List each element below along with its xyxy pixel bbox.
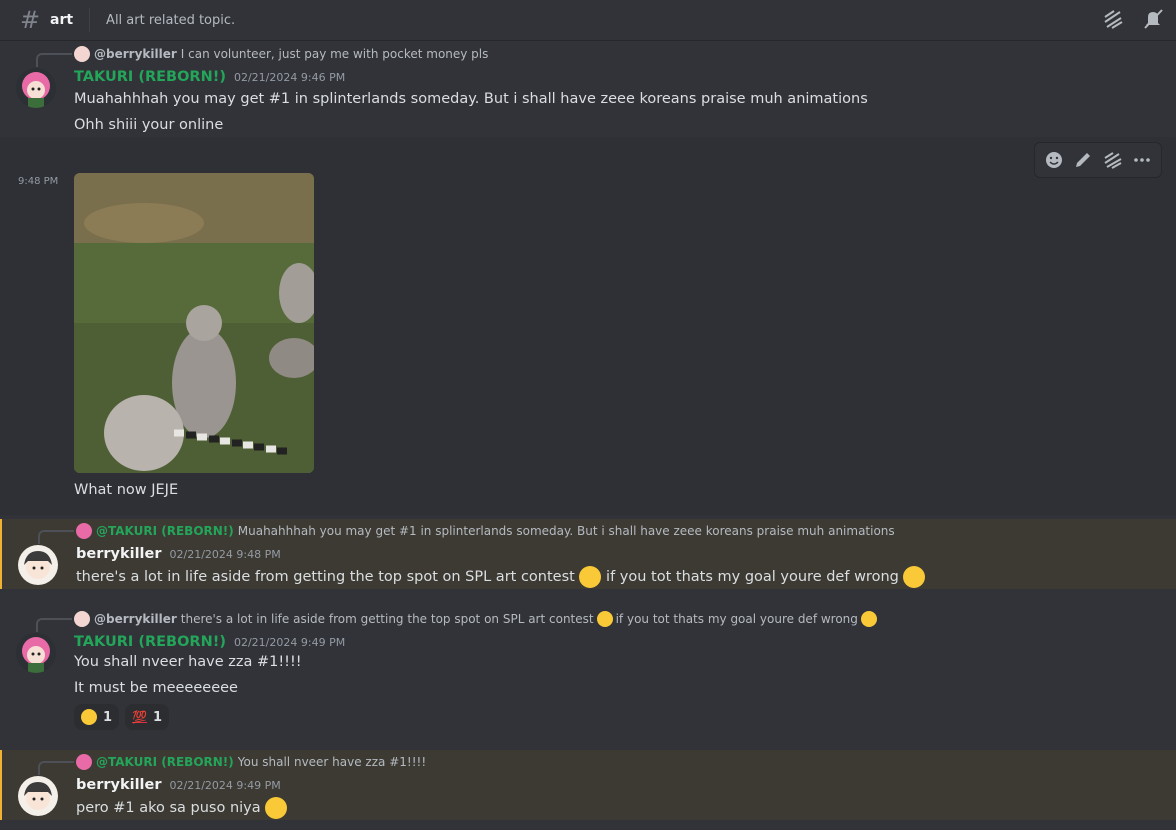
reply-avatar [74, 46, 90, 62]
add-reaction-icon[interactable] [1042, 148, 1066, 172]
laughing-emoji-icon [596, 611, 613, 627]
author-name[interactable]: TAKURI (REBORN!) [74, 69, 226, 85]
reply-connector [36, 53, 72, 67]
author-name[interactable]: TAKURI (REBORN!) [74, 634, 226, 650]
laughing-emoji-icon [81, 709, 97, 725]
avatar[interactable] [16, 68, 56, 108]
message: @berrykiller there's a lot in life aside… [0, 607, 1176, 737]
reaction-100[interactable]: 💯 1 [125, 704, 170, 730]
message-text: pero #1 ako sa puso niya [76, 797, 288, 819]
message-action-bar [1034, 142, 1162, 178]
reply-preview[interactable]: @berrykiller I can volunteer, just pay m… [74, 46, 488, 62]
hover-timestamp: 9:48 PM [18, 176, 59, 187]
timestamp: 02/21/2024 9:46 PM [233, 71, 346, 84]
author-name[interactable]: berrykiller [76, 546, 162, 562]
reply-avatar [74, 611, 90, 627]
message-list: @berrykiller I can volunteer, just pay m… [0, 41, 1176, 830]
reply-text: I can volunteer, just pay me with pocket… [180, 47, 489, 61]
reply-avatar [76, 523, 92, 539]
avatar[interactable] [18, 545, 58, 585]
reaction-count: 1 [103, 709, 113, 725]
message-text-part: there's a lot in life aside from getting… [76, 569, 575, 585]
author-name[interactable]: berrykiller [76, 777, 162, 793]
channel-topic[interactable]: All art related topic. [106, 13, 235, 28]
reply-author[interactable]: @TAKURI (REBORN!) [96, 524, 234, 538]
reaction-count: 1 [153, 709, 163, 725]
avatar[interactable] [18, 776, 58, 816]
message-text: It must be meeeeeeee [74, 680, 238, 696]
message-text-part: pero #1 ako sa puso niya [76, 800, 261, 816]
timestamp: 02/21/2024 9:49 PM [233, 636, 346, 649]
laughing-emoji-icon [903, 566, 926, 588]
edit-pencil-icon[interactable] [1071, 148, 1095, 172]
reply-preview[interactable]: @TAKURI (REBORN!) You shall nveer have z… [76, 754, 426, 770]
message-text: there's a lot in life aside from getting… [76, 566, 926, 588]
create-thread-icon[interactable] [1101, 148, 1125, 172]
reply-connector [36, 618, 72, 632]
reply-text: if you tot thats my goal youre def wrong [615, 612, 858, 626]
timestamp: 02/21/2024 9:48 PM [169, 548, 281, 561]
avatar[interactable] [16, 633, 56, 673]
message-text: Muahahhhah you may get #1 in splinterlan… [74, 91, 868, 107]
message-text: You shall nveer have zza #1!!!! [74, 654, 302, 670]
threads-icon[interactable] [1100, 6, 1126, 32]
reply-connector [38, 530, 74, 544]
channel-name: art [50, 12, 74, 28]
laughing-emoji-icon [860, 611, 877, 627]
reply-preview[interactable]: @berrykiller there's a lot in life aside… [74, 611, 877, 627]
hashtag-icon: # [19, 6, 41, 34]
message-text: What now JEJE [74, 482, 179, 498]
more-options-icon[interactable] [1130, 148, 1154, 172]
message-text-part: if you tot thats my goal youre def wrong [606, 569, 899, 585]
reply-author[interactable]: @TAKURI (REBORN!) [96, 755, 234, 769]
reply-text: Muahahhhah you may get #1 in splinterlan… [237, 524, 895, 538]
reply-avatar [76, 754, 92, 770]
reply-connector [38, 761, 74, 775]
image-attachment[interactable] [74, 173, 314, 473]
reaction-laughing[interactable]: 1 [74, 704, 120, 730]
zany-face-emoji-icon [265, 797, 288, 819]
reply-text: there's a lot in life aside from getting… [180, 612, 594, 626]
reply-author[interactable]: @berrykiller [94, 47, 177, 61]
hundred-emoji-icon: 💯 [132, 710, 147, 724]
reactions: 1 💯 1 [74, 704, 170, 730]
reply-text: You shall nveer have zza #1!!!! [237, 755, 427, 769]
channel-header: # art All art related topic. [0, 0, 1176, 41]
message-mention: @TAKURI (REBORN!) Muahahhhah you may get… [0, 519, 1176, 589]
message-text: Ohh shiii your online [74, 117, 224, 133]
laughing-emoji-icon [579, 566, 602, 588]
mute-bell-icon[interactable] [1140, 6, 1166, 32]
reply-author[interactable]: @berrykiller [94, 612, 177, 626]
message: @berrykiller I can volunteer, just pay m… [0, 41, 1176, 140]
reply-preview[interactable]: @TAKURI (REBORN!) Muahahhhah you may get… [76, 523, 895, 539]
header-divider [89, 8, 91, 32]
message-mention: @TAKURI (REBORN!) You shall nveer have z… [0, 750, 1176, 820]
timestamp: 02/21/2024 9:49 PM [169, 779, 281, 792]
